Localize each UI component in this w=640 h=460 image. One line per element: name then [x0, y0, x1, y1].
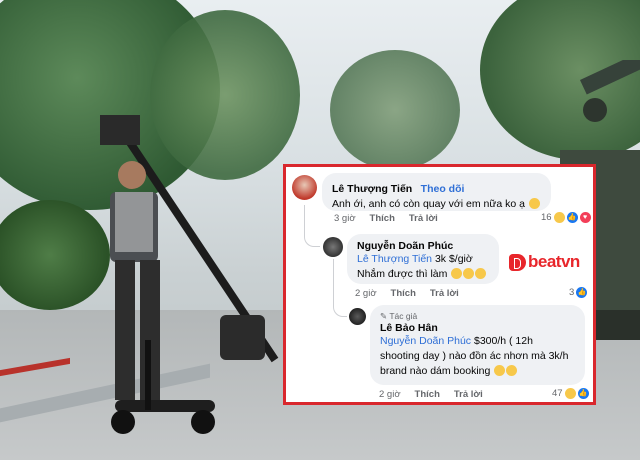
like-button[interactable]: Thích — [391, 288, 416, 299]
comment-time[interactable]: 3 giờ — [334, 213, 356, 224]
comment-time[interactable]: 2 giờ — [355, 288, 377, 299]
camera-operator — [100, 115, 279, 434]
thread-line — [304, 205, 320, 247]
tree-mid — [330, 50, 460, 170]
emoji-face-icon — [463, 268, 475, 279]
comment-text: Nguyễn Doãn Phúc $300/h ( 12h — [380, 335, 533, 347]
thread-line — [333, 259, 347, 317]
photo-background: Lê Thượng Tiến Theo dõi Anh ới, anh có c… — [0, 0, 640, 460]
comment-actions: 3 giờ Thích Trả lời — [334, 213, 438, 224]
comment-text-line: shooting day ) nào đồn ác nhơn mà 3k/h — [380, 350, 569, 362]
reaction-summary[interactable]: 16 👍 ♥ — [541, 212, 591, 223]
reaction-count: 47 — [552, 388, 563, 399]
reply-button[interactable]: Trả lời — [430, 288, 459, 299]
emoji-face-icon — [451, 268, 463, 279]
avatar[interactable] — [323, 237, 343, 257]
avatar[interactable] — [349, 308, 366, 325]
comment-author[interactable]: Nguyễn Doãn Phúc — [357, 240, 489, 252]
emoji-face-icon — [494, 365, 506, 376]
comment-bubble: Lê Thượng Tiến Theo dõi Anh ới, anh có c… — [322, 173, 551, 211]
reaction-summary[interactable]: 3 👍 — [569, 287, 588, 298]
comment-screenshot-panel: Lê Thượng Tiến Theo dõi Anh ới, anh có c… — [283, 164, 596, 405]
like-button[interactable]: Thích — [415, 389, 440, 400]
emoji-face-icon — [528, 198, 540, 209]
like-reaction-icon: 👍 — [576, 287, 588, 298]
beatvn-logo: beatvn — [509, 252, 580, 272]
reply-button[interactable]: Trả lời — [454, 389, 483, 400]
comment-actions: 2 giờ Thích Trả lời — [355, 288, 459, 299]
comment-bubble: ✎ Tác giả Lê Bảo Hân Nguyễn Doãn Phúc $3… — [370, 305, 585, 385]
comment-bubble: Nguyễn Doãn Phúc Lê Thượng Tiến 3k $/giờ… — [347, 234, 499, 284]
comment-text-line: brand nào dám booking — [380, 364, 575, 379]
mention-link[interactable]: Lê Thượng Tiến — [357, 253, 432, 265]
reaction-summary[interactable]: 47 👍 — [552, 388, 589, 399]
like-reaction-icon: 👍 — [577, 388, 589, 399]
haha-reaction-icon — [564, 388, 576, 399]
comment-text: Lê Thượng Tiến 3k $/giờ — [357, 253, 473, 265]
emoji-face-icon — [506, 365, 518, 376]
comment-author[interactable]: Lê Thượng Tiến — [332, 183, 412, 195]
comment-text-line: Nhắm được thì làm — [357, 267, 489, 282]
love-reaction-icon: ♥ — [579, 212, 591, 223]
comment-author[interactable]: Lê Bảo Hân — [380, 322, 575, 334]
like-button[interactable]: Thích — [370, 213, 395, 224]
comment-actions: 2 giờ Thích Trả lời — [379, 389, 483, 400]
author-badge: ✎ Tác giả — [380, 311, 418, 321]
emoji-face-icon — [475, 268, 487, 279]
avatar[interactable] — [292, 175, 317, 200]
reply-button[interactable]: Trả lời — [409, 213, 438, 224]
comment-time[interactable]: 2 giờ — [379, 389, 401, 400]
beatvn-logo-text: beatvn — [528, 252, 580, 271]
comment-text: Anh ới, anh có còn quay với em nữa ko ạ — [332, 197, 541, 212]
follow-button[interactable]: Theo dõi — [421, 183, 465, 195]
haha-reaction-icon — [553, 212, 565, 223]
reaction-count: 3 — [569, 287, 575, 298]
like-reaction-icon: 👍 — [566, 212, 578, 223]
mention-link[interactable]: Nguyễn Doãn Phúc — [380, 335, 471, 347]
beatvn-logo-icon — [509, 253, 526, 271]
reaction-count: 16 — [541, 212, 552, 223]
